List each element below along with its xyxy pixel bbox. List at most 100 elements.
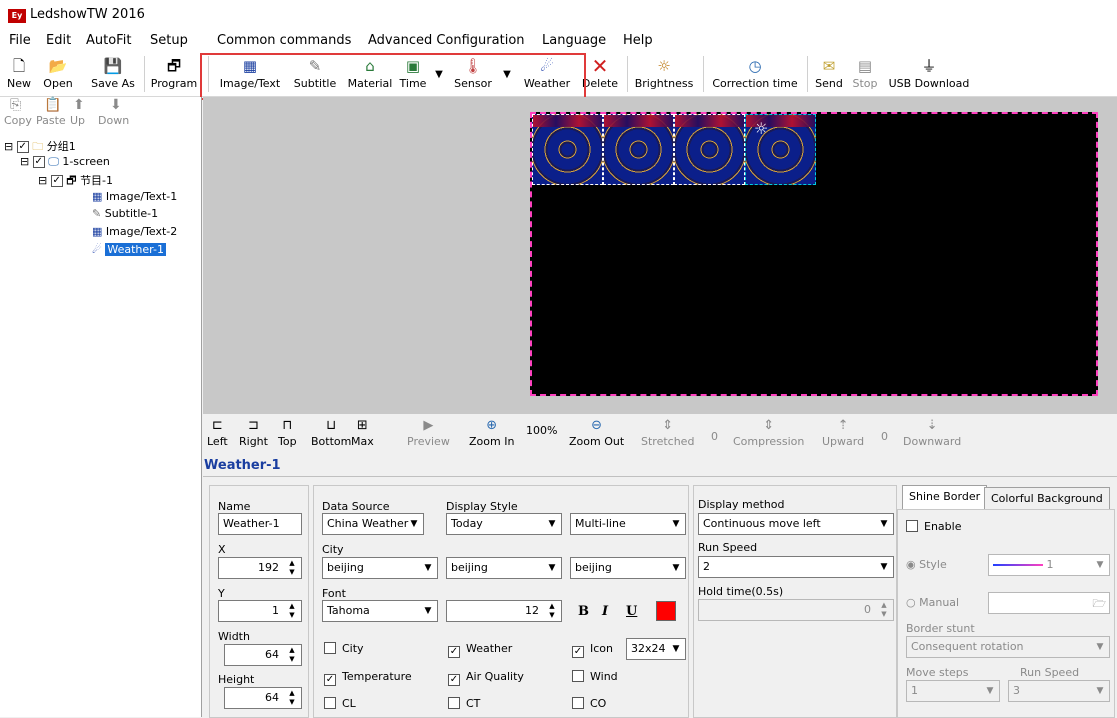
width-spinner[interactable]: 64 ▲ ▼ bbox=[224, 644, 302, 666]
city-province-select[interactable]: beijing ▼ bbox=[322, 557, 438, 579]
hold-time-spinner[interactable]: 0 ▲ ▼ bbox=[698, 599, 894, 621]
zoom-in-icon: ⊕ bbox=[486, 418, 498, 433]
tree-item-weather-1[interactable]: ☄ Weather-1 bbox=[92, 243, 166, 256]
border-run-speed-select[interactable]: 3 ▼ bbox=[1008, 680, 1110, 702]
new-button[interactable]: 🗋 New bbox=[2, 52, 36, 96]
usb-download-button[interactable]: ⏚ USB Download bbox=[888, 52, 970, 96]
menu-setup[interactable]: Setup bbox=[150, 33, 188, 48]
italic-button[interactable]: I bbox=[602, 604, 608, 619]
compression-button[interactable]: ⇕ Compression bbox=[733, 417, 804, 448]
preview-button[interactable]: ▶ Preview bbox=[407, 417, 450, 448]
down-button[interactable]: Down bbox=[98, 114, 129, 127]
tree-item-image-text-1[interactable]: ▦ Image/Text-1 bbox=[92, 190, 177, 203]
image-text-1-region[interactable] bbox=[532, 114, 603, 185]
air-quality-checkbox[interactable]: ✓ Air Quality bbox=[448, 670, 524, 686]
display-style-select[interactable]: Today ▼ bbox=[446, 513, 562, 535]
enable-border-checkbox[interactable]: Enable bbox=[906, 520, 961, 533]
tree-item-subtitle-1[interactable]: ✎ Subtitle-1 bbox=[92, 207, 158, 220]
align-bottom-button[interactable]: ⊔ Bottom bbox=[311, 417, 351, 448]
group-checkbox[interactable]: ✓ bbox=[16, 141, 29, 153]
align-right-button[interactable]: ⊐ Right bbox=[239, 417, 268, 448]
weather-checkbox[interactable]: ✓ Weather bbox=[448, 642, 512, 658]
name-field[interactable]: Weather-1 bbox=[218, 513, 302, 535]
subtitle-1-region[interactable] bbox=[603, 114, 674, 185]
paste-button[interactable]: Paste bbox=[36, 114, 66, 127]
align-left-button[interactable]: ⊏ Left bbox=[207, 417, 228, 448]
tree-item-image-text-2[interactable]: ▦ Image/Text-2 bbox=[92, 225, 177, 238]
save-as-button[interactable]: 💾 Save As bbox=[88, 52, 138, 96]
copy-button[interactable]: Copy bbox=[4, 114, 32, 127]
icon-size-select[interactable]: 32x24 ▼ bbox=[626, 638, 686, 660]
menu-edit[interactable]: Edit bbox=[46, 33, 71, 48]
downward-button[interactable]: ⇣ Downward bbox=[903, 417, 961, 448]
correction-time-button[interactable]: ◷ Correction time bbox=[710, 52, 800, 96]
spin-arrows-icon[interactable]: ▲ ▼ bbox=[545, 602, 559, 620]
title-bar: Ey LedshowTW 2016 bbox=[0, 0, 1117, 30]
font-size-spinner[interactable]: 12 ▲ ▼ bbox=[446, 600, 562, 622]
spin-arrows-icon[interactable]: ▲ ▼ bbox=[877, 601, 891, 619]
line-mode-select[interactable]: Multi-line ▼ bbox=[570, 513, 686, 535]
y-spinner[interactable]: 1 ▲ ▼ bbox=[218, 600, 302, 622]
usb-icon: ⏚ bbox=[921, 57, 937, 75]
border-stunt-select[interactable]: Consequent rotation ▼ bbox=[906, 636, 1110, 658]
co-checkbox[interactable]: CO bbox=[572, 697, 606, 710]
stretched-button[interactable]: ⇕ Stretched bbox=[641, 417, 694, 448]
image-text-2-region[interactable] bbox=[674, 114, 745, 185]
menu-language[interactable]: Language bbox=[542, 33, 606, 48]
move-steps-select[interactable]: 1 ▼ bbox=[906, 680, 1000, 702]
wind-checkbox[interactable]: Wind bbox=[572, 670, 618, 683]
temperature-checkbox[interactable]: ✓ Temperature bbox=[324, 670, 412, 686]
tree-program-node[interactable]: ⊟ ✓ 🗗 节目-1 bbox=[38, 172, 113, 191]
tab-shine-border[interactable]: Shine Border bbox=[902, 485, 988, 509]
font-family-select[interactable]: Tahoma ▼ bbox=[322, 600, 438, 622]
border-style-select[interactable]: 1 ▼ bbox=[988, 554, 1110, 576]
underline-button[interactable]: U bbox=[626, 604, 637, 619]
program-button[interactable]: 🗗 Program bbox=[150, 52, 198, 96]
zoom-out-button[interactable]: ⊖ Zoom Out bbox=[569, 417, 624, 448]
spin-arrows-icon[interactable]: ▲ ▼ bbox=[285, 689, 299, 707]
upward-button[interactable]: ⇡ Upward bbox=[822, 417, 864, 448]
folder-open-icon[interactable]: 🗁 bbox=[1092, 595, 1106, 613]
open-button[interactable]: 📂 Open bbox=[38, 52, 78, 96]
height-spinner[interactable]: 64 ▲ ▼ bbox=[224, 687, 302, 709]
city-district-select[interactable]: beijing ▼ bbox=[570, 557, 686, 579]
bold-button[interactable]: B bbox=[578, 604, 589, 619]
program-checkbox[interactable]: ✓ bbox=[50, 175, 63, 187]
tree-screen-node[interactable]: ⊟ ✓ 🖵 1-screen bbox=[20, 155, 110, 169]
display-method-select[interactable]: Continuous move left ▼ bbox=[698, 513, 894, 535]
up-button[interactable]: Up bbox=[70, 114, 85, 127]
border-style-value: 1 bbox=[1046, 558, 1054, 571]
spin-arrows-icon[interactable]: ▲ ▼ bbox=[285, 602, 299, 620]
send-button[interactable]: ✉ Send bbox=[812, 52, 846, 96]
spin-arrows-icon[interactable]: ▲ ▼ bbox=[285, 646, 299, 664]
brightness-button[interactable]: ☼ Brightness bbox=[634, 52, 694, 96]
menu-help[interactable]: Help bbox=[623, 33, 653, 48]
tab-colorful-background[interactable]: Colorful Background bbox=[984, 487, 1110, 509]
zoom-in-button[interactable]: ⊕ Zoom In bbox=[469, 417, 514, 448]
led-screen-preview[interactable]: ☼ bbox=[530, 112, 1098, 396]
x-spinner[interactable]: 192 ▲ ▼ bbox=[218, 557, 302, 579]
city-city-select[interactable]: beijing ▼ bbox=[446, 557, 562, 579]
icon-checkbox[interactable]: ✓ Icon bbox=[572, 642, 613, 658]
menu-common-commands[interactable]: Common commands bbox=[217, 33, 351, 48]
menu-autofit[interactable]: AutoFit bbox=[86, 33, 131, 48]
spin-arrows-icon[interactable]: ▲ ▼ bbox=[285, 559, 299, 577]
align-top-button[interactable]: ⊓ Top bbox=[278, 417, 297, 448]
font-color-button[interactable] bbox=[656, 601, 676, 621]
manual-radio[interactable]: ○ Manual bbox=[906, 596, 959, 609]
data-source-select[interactable]: China Weather ▼ bbox=[322, 513, 424, 535]
cl-checkbox[interactable]: CL bbox=[324, 697, 356, 710]
weather-1-region[interactable]: ☼ bbox=[745, 114, 816, 185]
run-speed-select[interactable]: 2 ▼ bbox=[698, 556, 894, 578]
menu-advanced-configuration[interactable]: Advanced Configuration bbox=[368, 33, 525, 48]
screen-checkbox[interactable]: ✓ bbox=[32, 156, 45, 168]
ct-checkbox[interactable]: CT bbox=[448, 697, 480, 710]
city-checkbox[interactable]: City bbox=[324, 642, 364, 655]
max-button[interactable]: ⊞ Max bbox=[351, 417, 374, 448]
manual-border-field[interactable]: 🗁 bbox=[988, 592, 1110, 614]
chevron-down-icon: ▼ bbox=[880, 562, 888, 572]
menu-file[interactable]: File bbox=[9, 33, 31, 48]
stop-button[interactable]: ▤ Stop bbox=[850, 52, 880, 96]
delete-button[interactable]: ✕ Delete bbox=[580, 52, 620, 96]
style-radio[interactable]: ◉ Style bbox=[906, 558, 947, 571]
